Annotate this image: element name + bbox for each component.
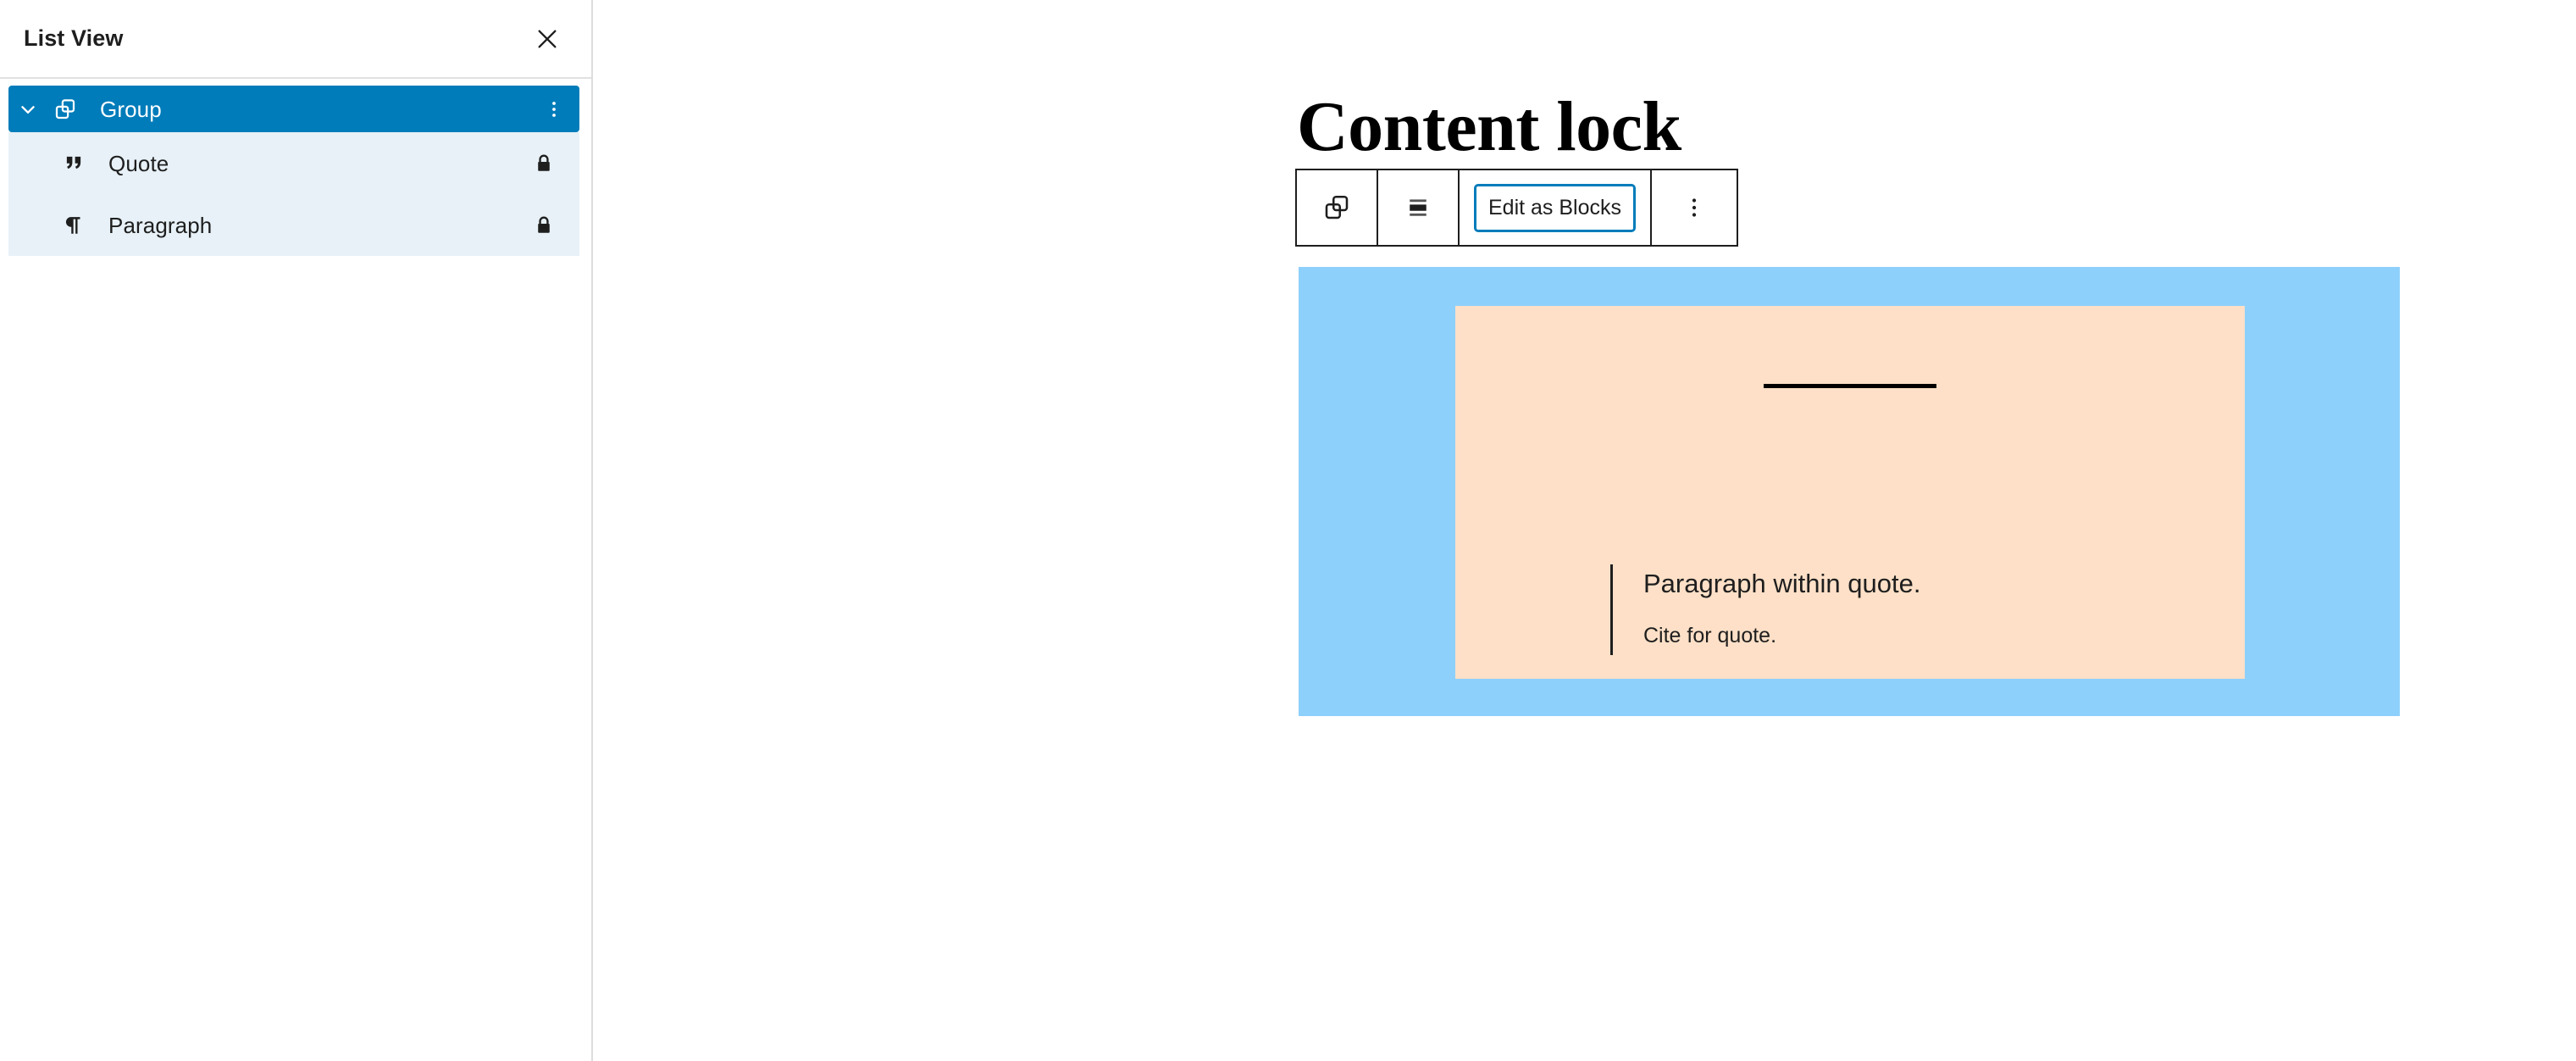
editor-canvas: Content lock Edit as Blocks Paragraph wi… bbox=[595, 0, 2576, 1061]
post-title[interactable]: Content lock bbox=[1297, 87, 1681, 166]
sidebar-item-quote[interactable]: Quote bbox=[8, 132, 579, 194]
group-block-icon bbox=[47, 97, 83, 122]
list-view-header: List View bbox=[0, 0, 591, 79]
sidebar-item-group[interactable]: Group bbox=[8, 86, 579, 132]
edit-as-blocks-cell: Edit as Blocks bbox=[1460, 170, 1653, 245]
chevron-down-icon[interactable] bbox=[8, 98, 47, 120]
kebab-menu-icon bbox=[1681, 195, 1707, 220]
block-toolbar: Edit as Blocks bbox=[1295, 169, 1739, 247]
paragraph-pilcrow-icon bbox=[56, 213, 91, 238]
kebab-menu-icon[interactable] bbox=[534, 89, 574, 130]
sidebar-item-label: Group bbox=[100, 96, 162, 122]
list-view-panel: List View Group Quote Paragraph bbox=[0, 0, 593, 1061]
list-view-tree: Group Quote Paragraph bbox=[0, 79, 591, 256]
lock-closed-icon bbox=[527, 147, 561, 181]
quote-block[interactable]: Paragraph within quote. Cite for quote. bbox=[1455, 306, 2245, 679]
block-type-button[interactable] bbox=[1297, 170, 1378, 245]
align-button[interactable] bbox=[1378, 170, 1460, 245]
quote-content: Paragraph within quote. Cite for quote. bbox=[1610, 564, 1920, 656]
group-block-icon bbox=[1321, 192, 1352, 223]
sidebar-item-paragraph[interactable]: Paragraph bbox=[8, 194, 579, 256]
close-icon[interactable] bbox=[525, 17, 569, 61]
quote-block-icon bbox=[56, 151, 91, 176]
align-center-icon bbox=[1403, 192, 1433, 223]
group-block[interactable]: Paragraph within quote. Cite for quote. bbox=[1299, 267, 2400, 716]
sidebar-item-label: Paragraph bbox=[108, 212, 213, 238]
block-editor-app: List View Group Quote Paragraph Content … bbox=[0, 0, 2576, 1061]
sidebar-item-label: Quote bbox=[108, 150, 169, 176]
separator-rule bbox=[1764, 384, 1936, 388]
lock-closed-icon bbox=[527, 208, 561, 242]
quote-cite[interactable]: Cite for quote. bbox=[1643, 623, 1920, 648]
more-options-button[interactable] bbox=[1652, 170, 1737, 245]
edit-as-blocks-button[interactable]: Edit as Blocks bbox=[1473, 183, 1637, 232]
page-title: List View bbox=[24, 25, 124, 51]
quote-paragraph[interactable]: Paragraph within quote. bbox=[1643, 568, 1920, 599]
